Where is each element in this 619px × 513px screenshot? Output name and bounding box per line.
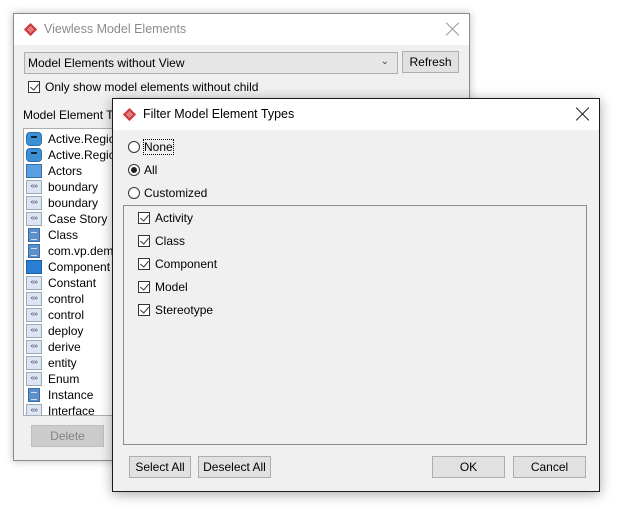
region-icon [26,148,42,162]
radio-all[interactable] [128,164,140,176]
only-without-child-label: Only show model elements without child [45,80,259,94]
refresh-button[interactable]: Refresh [402,51,459,73]
tree-item-label: Component [48,260,111,274]
view-filter-dropdown[interactable]: Model Elements without View ⌄ [24,52,398,74]
stereotype-icon: «» [26,196,42,210]
tree-item-label: control [48,292,85,306]
type-checkbox-list: Activity Class Component Model Stereotyp… [123,205,587,445]
tree-item-label: boundary [48,180,99,194]
component-icon [26,260,42,274]
select-all-button[interactable]: Select All [129,456,191,478]
stereotype-icon: «» [26,404,42,415]
tree-item-label: boundary [48,196,99,210]
radio-none[interactable] [128,141,140,153]
tree-item-label: Case Story [48,212,108,226]
cancel-button[interactable]: Cancel [513,456,586,478]
type-label: Component [155,257,218,271]
tree-item-label: deploy [48,324,84,338]
stereotype-icon: «» [26,276,42,290]
tree-item-label: Active.Region [48,148,123,162]
tree-item-label: Interface [48,404,95,416]
window-title: Viewless Model Elements [44,22,187,36]
stereotype-icon: «» [26,324,42,338]
class-icon [28,244,40,258]
type-checkbox-model[interactable] [138,281,150,293]
class-icon [28,228,40,242]
deselect-all-button[interactable]: Deselect All [198,456,271,478]
close-icon[interactable] [446,22,460,36]
delete-button[interactable]: Delete [31,425,104,447]
region-icon [26,132,42,146]
tree-item-label: com.vp.demo [48,244,121,258]
type-label: Stereotype [155,303,214,317]
dialog-title: Filter Model Element Types [143,107,295,121]
tree-item-label: Constant [48,276,97,290]
dialog-title-bar: Filter Model Element Types [113,99,599,130]
stereotype-icon: «» [26,212,42,226]
tree-item-label: Enum [48,372,80,386]
tree-item-label: Active.Region [48,132,123,146]
ok-button[interactable]: OK [432,456,505,478]
stereotype-icon: «» [26,372,42,386]
stereotype-icon: «» [26,292,42,306]
stereotype-icon: «» [26,180,42,194]
app-logo-icon [23,22,38,37]
type-checkbox-stereotype[interactable] [138,304,150,316]
title-bar: Viewless Model Elements [14,14,469,45]
close-icon[interactable] [576,107,590,121]
tree-item-label: Actors [48,164,83,178]
type-label: Class [155,234,186,248]
tree-item-label: entity [48,356,77,370]
radio-customized-label: Customized [144,186,208,200]
tree-item-label: derive [48,340,81,354]
dropdown-value: Model Elements without View [28,56,185,70]
radio-customized[interactable] [128,187,140,199]
tree-item-label: control [48,308,85,322]
type-label: Activity [155,211,194,225]
filter-model-element-types-dialog: Filter Model Element Types None All Cust… [112,98,600,492]
stereotype-icon: «» [26,308,42,322]
tree-item-label: Instance [48,388,94,402]
only-without-child-checkbox[interactable] [28,81,40,93]
app-logo-icon [122,107,137,122]
model-element-tree[interactable]: Active.Region Active.Region Actors «» bounda… [23,128,125,416]
stereotype-icon: «» [26,340,42,354]
tree-item-label: Class [48,228,79,242]
radio-all-label: All [144,163,158,177]
type-checkbox-activity[interactable] [138,212,150,224]
radio-none-label: None [143,139,174,155]
folder-icon [26,164,42,178]
class-icon [28,388,40,402]
type-checkbox-class[interactable] [138,235,150,247]
type-label: Model [155,280,188,294]
stereotype-icon: «» [26,356,42,370]
tree-header: Model Element Typ [23,108,126,122]
chevron-down-icon: ⌄ [380,56,389,67]
type-checkbox-component[interactable] [138,258,150,270]
